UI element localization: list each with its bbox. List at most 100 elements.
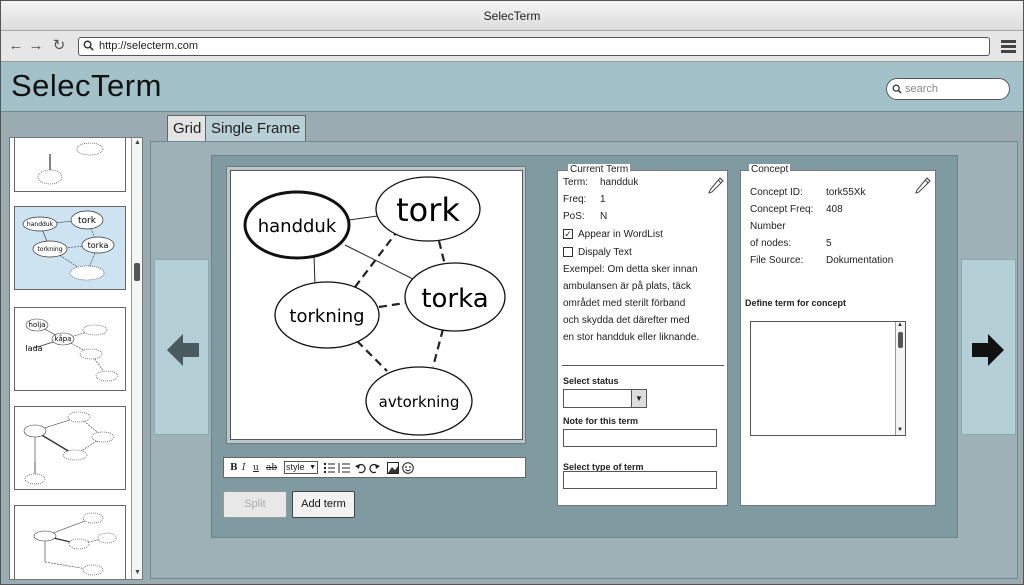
panel-legend: Current Term (568, 164, 631, 176)
thumbnail-item[interactable]: holja kåpa lada (14, 307, 126, 391)
frame-panel: handduk tork torkning torka avtorkning B… (211, 155, 958, 538)
arrow-left-icon (167, 334, 199, 366)
file-source-value: Dokumentation (826, 255, 894, 266)
browser-navbar: ← → ↻ http://selecterm.com (1, 31, 1023, 62)
display-text-label: Dispaly Text (578, 247, 632, 258)
main-content: handduk tork torkning torka avtorkning B… (150, 141, 1018, 579)
scrollbar-thumb[interactable] (134, 263, 140, 281)
search-placeholder: search (905, 83, 939, 95)
undo-icon[interactable] (355, 462, 367, 474)
pencil-edit-icon[interactable] (913, 174, 933, 194)
define-term-textarea[interactable]: ▲ ▼ (750, 321, 906, 436)
thumbnail-graph: handduk tork torkning torka (22, 210, 115, 281)
thumbnail-item[interactable] (14, 505, 126, 579)
thumbnail-sidebar[interactable]: handduk tork torkning torka holja kåpa l… (9, 137, 143, 580)
concept-id-value: tork55Xk (826, 187, 866, 198)
scroll-down-icon[interactable]: ▼ (897, 427, 903, 433)
menu-icon[interactable] (1001, 40, 1016, 53)
thumbnail-item-selected[interactable]: handduk tork torkning torka (14, 206, 126, 290)
search-icon (892, 84, 902, 94)
pos-value: N (600, 211, 608, 222)
file-source-label: File Source: (750, 255, 804, 266)
thumbnail-graph: holja kåpa lada (25, 318, 119, 382)
graph-frame: handduk tork torkning torka avtorkning (226, 166, 526, 444)
italic-button[interactable]: I (242, 461, 246, 475)
emoji-icon[interactable] (402, 462, 414, 474)
thumb-node-label: lada (25, 344, 42, 353)
thumbnail-item[interactable] (14, 406, 126, 490)
bullet-list-icon[interactable] (323, 462, 335, 474)
pencil-edit-icon[interactable] (706, 174, 726, 194)
pos-label: PoS: (563, 211, 585, 222)
appear-in-wordlist-label: Appear in WordList (578, 229, 663, 240)
chevron-down-icon: ▼ (631, 390, 646, 407)
bold-button[interactable]: B (230, 461, 238, 475)
note-input[interactable] (563, 429, 717, 447)
concept-freq-value: 408 (826, 204, 843, 215)
scroll-down-icon[interactable]: ▼ (133, 569, 142, 577)
add-term-button[interactable]: Add term (292, 491, 355, 518)
app-logo: SelecTerm (11, 68, 162, 103)
concept-graph[interactable]: handduk tork torkning torka avtorkning (230, 170, 523, 440)
redo-icon[interactable] (368, 462, 380, 474)
concept-id-label: Concept ID: (750, 187, 803, 198)
example-line: en stor handduk eller liknande. (563, 332, 700, 343)
address-bar[interactable]: http://selecterm.com (78, 37, 990, 56)
example-line: området med sterilt förband (563, 298, 686, 309)
thumb-node-label: torka (88, 241, 109, 250)
tab-single-frame[interactable]: Single Frame (205, 115, 307, 142)
scrollbar-thumb[interactable] (898, 332, 903, 348)
node-label: tork (396, 191, 460, 229)
underline-button[interactable]: u (253, 461, 259, 475)
thumb-node-label: holja (29, 321, 46, 329)
search-icon (83, 40, 94, 51)
style-dropdown[interactable]: style ▼ (284, 461, 318, 474)
node-label: handduk (258, 216, 337, 237)
image-icon[interactable] (387, 462, 399, 474)
app-header: SelecTerm search (1, 62, 1023, 112)
divider (562, 365, 724, 366)
appear-in-wordlist-checkbox[interactable]: ✓ (563, 229, 573, 239)
scroll-up-icon[interactable]: ▲ (133, 139, 142, 147)
thumb-node-label: kåpa (55, 334, 72, 343)
style-dropdown-label: style (286, 462, 305, 472)
select-status-label: Select status (563, 376, 619, 386)
example-line: Exempel: Om detta sker innan (563, 264, 698, 275)
text-format-toolbar: B I u ab style ▼ (223, 457, 526, 478)
panel-legend: Concept (749, 164, 791, 176)
previous-frame-button[interactable] (154, 259, 209, 435)
next-frame-button[interactable] (961, 259, 1016, 435)
example-line: och skydda det därefter med (563, 315, 690, 326)
freq-value: 1 (600, 194, 606, 205)
display-text-checkbox[interactable] (563, 247, 573, 257)
term-label: Term: (563, 177, 588, 188)
scroll-up-icon[interactable]: ▲ (897, 322, 903, 328)
reload-icon[interactable]: ↻ (51, 37, 67, 55)
freq-label: Freq: (563, 194, 587, 205)
address-url: http://selecterm.com (99, 40, 199, 52)
node-label: torkning (289, 306, 364, 327)
forward-arrow-icon[interactable]: → (28, 37, 44, 55)
split-button[interactable]: Split (223, 491, 287, 518)
textarea-scrollbar[interactable]: ▲ ▼ (895, 322, 905, 435)
thumb-node-label: torkning (37, 246, 62, 253)
search-input[interactable]: search (886, 78, 1010, 100)
thumbnail-graph (33, 512, 117, 576)
node-label: avtorkning (379, 393, 460, 411)
window-title: SelecTerm (1, 1, 1023, 31)
note-label: Note for this term (563, 416, 639, 426)
sidebar-scrollbar[interactable]: ▲ ▼ (131, 138, 142, 579)
node-count-value: 5 (826, 238, 832, 249)
status-select[interactable]: ▼ (563, 389, 647, 408)
concept-freq-label: Concept Freq: (750, 204, 814, 215)
node-count-label: Number (750, 221, 786, 232)
thumb-node-label: handduk (27, 221, 54, 228)
thumbnail-graph (23, 411, 115, 485)
back-arrow-icon[interactable]: ← (8, 37, 24, 55)
thumbnail-item[interactable] (14, 138, 126, 192)
numbered-list-icon[interactable] (338, 462, 350, 474)
strikethrough-button[interactable]: ab (266, 461, 277, 475)
tab-grid[interactable]: Grid (167, 115, 208, 142)
example-line: ambulansen är på plats, täck (563, 281, 691, 292)
term-type-input[interactable] (563, 471, 717, 489)
